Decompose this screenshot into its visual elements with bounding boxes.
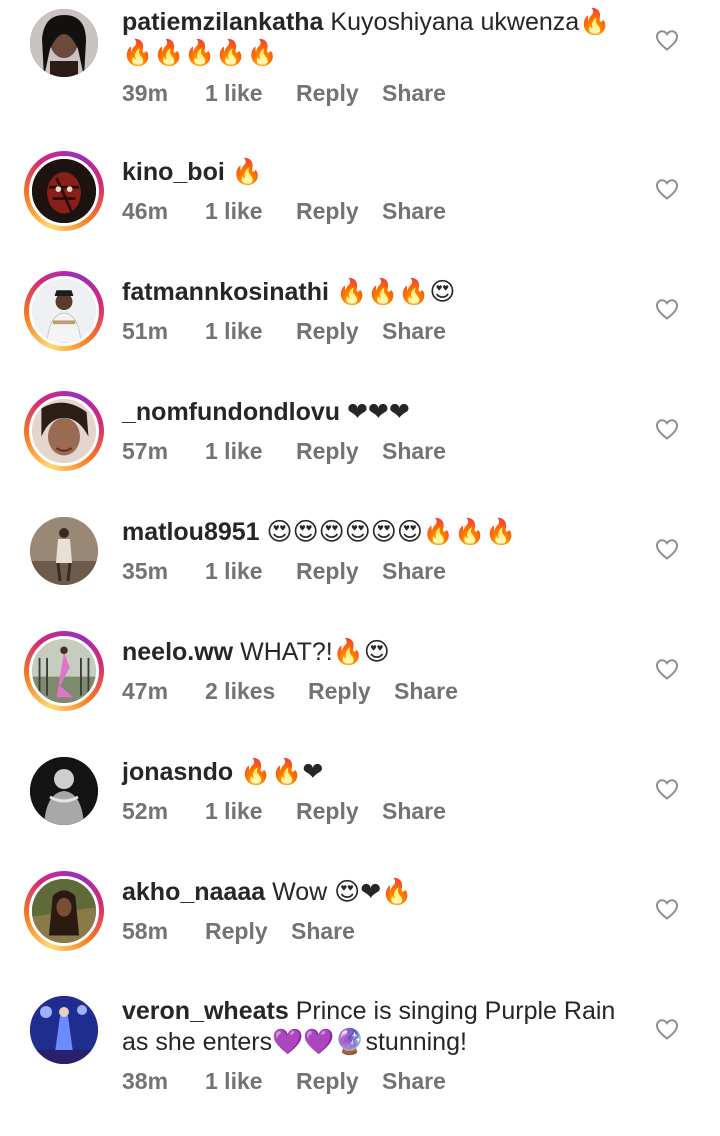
comment-username[interactable]: kino_boi	[122, 158, 225, 186]
comment-body: 🔥🔥❤	[240, 758, 324, 786]
heart-icon[interactable]	[655, 29, 679, 51]
avatar[interactable]	[24, 990, 104, 1070]
avatar[interactable]	[24, 511, 104, 591]
comment-username[interactable]: _nomfundondlovu	[122, 398, 340, 426]
heart-icon[interactable]	[655, 298, 679, 320]
comment-body: ❤❤❤	[346, 398, 410, 426]
comment-username[interactable]: matlou8951	[122, 518, 260, 546]
comment-username[interactable]: patiemzilankatha	[122, 8, 323, 36]
reply-button[interactable]: Reply	[296, 556, 359, 586]
avatar[interactable]	[24, 871, 104, 951]
comment-body: 😍😍😍😍😍😍🔥🔥🔥	[266, 518, 517, 546]
comment-time: 47m	[122, 678, 169, 704]
comment-username[interactable]: akho_naaaa	[122, 878, 265, 906]
heart-icon[interactable]	[655, 538, 679, 560]
reply-button[interactable]: Reply	[296, 316, 359, 346]
comment-body: WHAT?!🔥😍	[240, 638, 390, 666]
comment-time: 39m	[122, 80, 169, 106]
heart-icon[interactable]	[655, 178, 679, 200]
share-button[interactable]: Share	[382, 1066, 446, 1096]
comment-body: 🔥	[231, 158, 263, 186]
comment-likes[interactable]: 1 like	[205, 796, 263, 826]
reply-button[interactable]: Reply	[296, 196, 359, 226]
reply-button[interactable]: Reply	[296, 796, 359, 826]
comment-text: fatmannkosinathi 🔥🔥🔥😍	[122, 277, 632, 308]
heart-icon[interactable]	[655, 658, 679, 680]
comment-time: 57m	[122, 438, 169, 464]
reply-button[interactable]: Reply	[296, 436, 359, 466]
avatar[interactable]	[24, 391, 104, 471]
comment-time: 52m	[122, 798, 169, 824]
share-button[interactable]: Share	[382, 436, 446, 466]
comment-likes[interactable]: 1 like	[205, 436, 263, 466]
comment-time: 51m	[122, 318, 169, 344]
comment-time: 35m	[122, 558, 169, 584]
reply-button[interactable]: Reply	[296, 1066, 359, 1096]
share-button[interactable]: Share	[382, 316, 446, 346]
share-button[interactable]: Share	[382, 796, 446, 826]
comment-text: _nomfundondlovu ❤❤❤	[122, 397, 632, 428]
comment-username[interactable]: jonasndo	[122, 758, 233, 786]
heart-icon[interactable]	[655, 418, 679, 440]
comment-likes[interactable]: 1 like	[205, 78, 263, 108]
comment-username[interactable]: fatmannkosinathi	[122, 278, 329, 306]
share-button[interactable]: Share	[382, 78, 446, 108]
comment-likes[interactable]: 1 like	[205, 316, 263, 346]
comment-body: 🔥🔥🔥😍	[335, 278, 456, 306]
avatar[interactable]	[24, 271, 104, 351]
comment-text: jonasndo 🔥🔥❤	[122, 757, 632, 788]
comment-body: Wow 😍❤🔥	[272, 878, 413, 906]
comment-text: neelo.ww WHAT?!🔥😍	[122, 637, 632, 668]
reply-button[interactable]: Reply	[296, 78, 359, 108]
heart-icon[interactable]	[655, 778, 679, 800]
comment-text: kino_boi 🔥	[122, 157, 632, 188]
comment-time: 46m	[122, 198, 169, 224]
avatar[interactable]	[24, 3, 104, 83]
comment-likes[interactable]: 1 like	[205, 196, 263, 226]
heart-icon[interactable]	[655, 898, 679, 920]
comment-text: matlou8951 😍😍😍😍😍😍🔥🔥🔥	[122, 517, 632, 548]
share-button[interactable]: Share	[382, 556, 446, 586]
comment-username[interactable]: veron_wheats	[122, 997, 289, 1025]
comment-text: patiemzilankatha Kuyoshiyana ukwenza🔥🔥🔥🔥…	[122, 7, 632, 69]
comment-text: akho_naaaa Wow 😍❤🔥	[122, 877, 632, 908]
avatar[interactable]	[24, 751, 104, 831]
reply-button[interactable]: Reply	[308, 676, 371, 706]
comment-time: 38m	[122, 1068, 169, 1094]
comment-username[interactable]: neelo.ww	[122, 638, 233, 666]
share-button[interactable]: Share	[382, 196, 446, 226]
share-button[interactable]: Share	[291, 916, 355, 946]
comment-likes[interactable]: 1 like	[205, 556, 263, 586]
share-button[interactable]: Share	[394, 676, 458, 706]
comment-text: veron_wheats Prince is singing Purple Ra…	[122, 996, 632, 1058]
comment-likes[interactable]: 2 likes	[205, 676, 275, 706]
heart-icon[interactable]	[655, 1018, 679, 1040]
comment-likes[interactable]: 1 like	[205, 1066, 263, 1096]
avatar[interactable]	[24, 631, 104, 711]
reply-button[interactable]: Reply	[205, 916, 268, 946]
avatar[interactable]	[24, 151, 104, 231]
comment-time: 58m	[122, 918, 169, 944]
